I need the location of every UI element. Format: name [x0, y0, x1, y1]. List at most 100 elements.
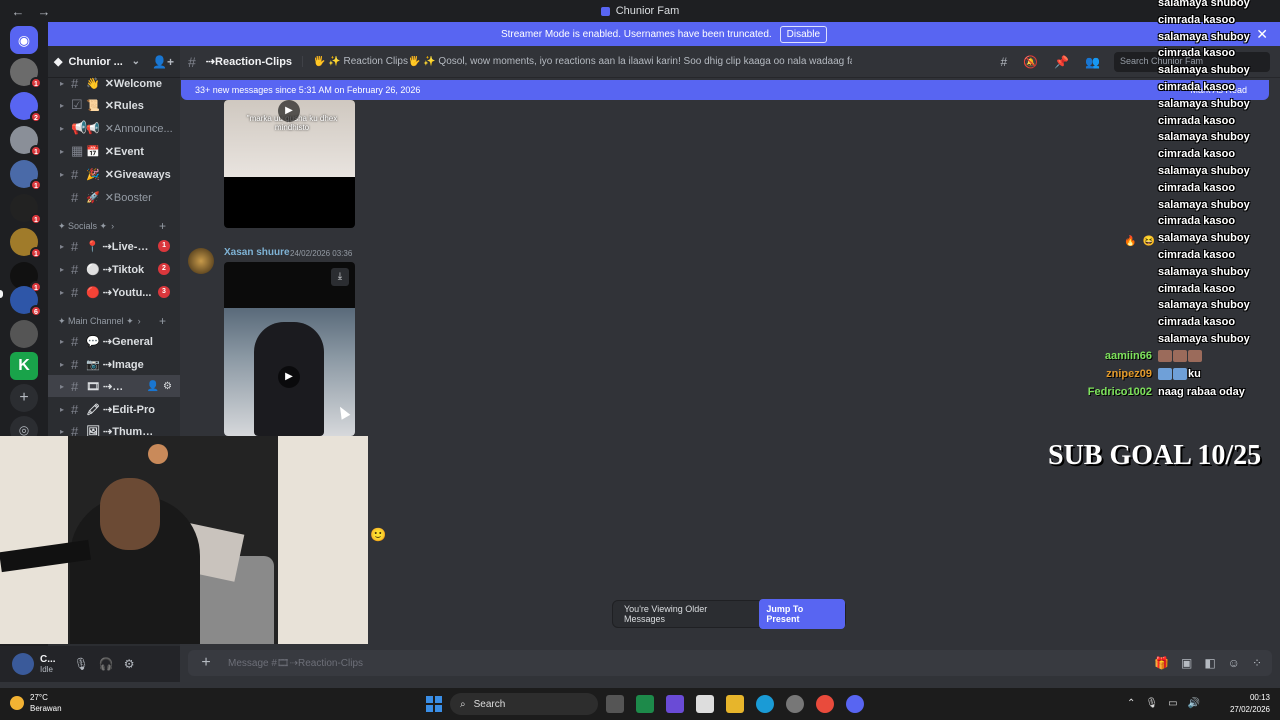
- server-icon[interactable]: 6: [10, 286, 42, 317]
- server-icon[interactable]: 1: [10, 228, 42, 259]
- channel-item[interactable]: ▸ # 💬 ⇢General: [48, 330, 180, 352]
- gear-icon[interactable]: ⚙: [163, 381, 172, 392]
- volume-icon[interactable]: 🔊: [1188, 698, 1200, 709]
- category-label: ✦ Main Channel ✦: [58, 315, 134, 326]
- gear-icon[interactable]: ⚙: [124, 657, 135, 671]
- obs-icon[interactable]: [786, 695, 804, 713]
- add-channel-icon[interactable]: +: [159, 219, 166, 233]
- announcement-icon: 📢: [71, 120, 88, 135]
- channel-item[interactable]: ▸ # 🖍 ⇢Edit-Pro: [48, 398, 180, 420]
- avatar[interactable]: [188, 248, 214, 274]
- excel-icon[interactable]: [636, 695, 654, 713]
- overlay-emotes: [1158, 350, 1203, 363]
- channel-item[interactable]: ▸ # 📷 ⇢Image: [48, 353, 180, 375]
- chevron-down-icon[interactable]: ⌄: [132, 56, 140, 67]
- message-author[interactable]: Xasan shuure: [224, 247, 290, 258]
- wall-clock: [148, 444, 168, 464]
- taskbar-clock[interactable]: 00:13 27/02/2026: [1230, 692, 1270, 716]
- chrome-icon[interactable]: [816, 695, 834, 713]
- overlay-chat-line: cimrada kasoo: [1158, 13, 1236, 26]
- add-attachment-icon[interactable]: +: [194, 654, 218, 672]
- reaction-icon[interactable]: 🔥: [1124, 236, 1136, 247]
- store-icon[interactable]: [696, 695, 714, 713]
- mute-bell-icon[interactable]: 🔕: [1023, 55, 1038, 69]
- server-badge: 1: [30, 179, 42, 191]
- channel-item[interactable]: ▸ # 👋 ✕Welcome: [48, 72, 180, 94]
- emoji-icon[interactable]: ☺: [1228, 656, 1240, 670]
- user-name: C...: [40, 654, 56, 665]
- headphones-icon[interactable]: 🎧: [99, 657, 114, 671]
- microphone-icon[interactable]: 🎙: [74, 657, 89, 671]
- sticker-icon[interactable]: ◧: [1204, 656, 1215, 670]
- member-list-icon[interactable]: 👥: [1085, 55, 1100, 69]
- message-input[interactable]: Message #🎞⇢Reaction-Clips: [228, 658, 363, 669]
- hash-icon: #: [71, 166, 79, 182]
- add-channel-icon[interactable]: +: [159, 314, 166, 328]
- file-explorer-icon[interactable]: [726, 695, 744, 713]
- channel-item[interactable]: # 🚀 ✕Booster: [48, 186, 180, 208]
- streamer-face: [100, 478, 160, 550]
- server-icon[interactable]: 1: [10, 160, 42, 191]
- hash-icon: #: [188, 53, 196, 70]
- add-server-icon[interactable]: +: [10, 384, 38, 412]
- overlay-chat-line: salamaya shuboy: [1158, 265, 1250, 278]
- overlay-username: Fedrico1002: [1087, 386, 1152, 398]
- hash-icon: #: [71, 189, 79, 205]
- server-icon[interactable]: 2: [10, 92, 42, 123]
- channel-topic[interactable]: 🖐 ✨ Reaction Clips🖐 ✨ Qosol, wow moments…: [302, 56, 852, 67]
- windows-taskbar: 27°C Berawan ⌕ Search ⌃ 🎙 ▭ 🔊 00:13 27/0…: [0, 688, 1280, 720]
- task-view-icon[interactable]: [606, 695, 624, 713]
- server-icon[interactable]: 1: [10, 194, 42, 225]
- play-icon[interactable]: ▶: [278, 366, 300, 388]
- taskbar-search[interactable]: ⌕ Search: [450, 693, 598, 715]
- category-main-channel[interactable]: ✦ Main Channel ✦ › +: [48, 313, 180, 329]
- new-messages-bar[interactable]: 33+ new messages since 5:31 AM on Februa…: [181, 80, 1269, 100]
- apps-icon[interactable]: ⁘: [1252, 656, 1262, 670]
- microphone-icon[interactable]: 🎙: [1145, 698, 1158, 709]
- chevron-up-icon[interactable]: ⌃: [1127, 698, 1135, 709]
- channel-item[interactable]: ▸ # 🔴 ⇢Youtu... 3: [48, 281, 180, 303]
- channel-item[interactable]: ▸ # 📍 ⇢Live-S... 1: [48, 235, 180, 257]
- jump-to-present-button[interactable]: Jump To Present: [759, 599, 845, 629]
- edge-icon[interactable]: [756, 695, 774, 713]
- kick-server-icon[interactable]: K: [10, 352, 38, 380]
- server-icon[interactable]: 1: [10, 58, 42, 89]
- channel-item-active[interactable]: ▸ # 🎞 ⇢Reac... 👤 ⚙: [48, 375, 180, 397]
- category-socials[interactable]: ✦ Socials ✦ › +: [48, 218, 180, 234]
- channel-item[interactable]: ▸ # ⚪ ⇢Tiktok 2: [48, 258, 180, 280]
- discord-taskbar-icon[interactable]: [846, 695, 864, 713]
- threads-icon[interactable]: #: [1000, 55, 1007, 69]
- channel-emoji: 📅: [86, 145, 100, 158]
- discord-home-button[interactable]: ◉: [10, 26, 38, 54]
- network-icon[interactable]: ▭: [1168, 698, 1177, 709]
- weather-widget[interactable]: 27°C Berawan: [10, 692, 62, 714]
- server-name: Chunior ...: [68, 55, 123, 68]
- reaction-icon[interactable]: 😆: [1142, 236, 1154, 247]
- video-attachment[interactable]: "marka uu qusha ku dhex mindhisto ▶: [224, 100, 355, 228]
- avatar[interactable]: [12, 653, 34, 675]
- invite-icon[interactable]: 👤: [147, 381, 159, 392]
- disable-streamer-button[interactable]: Disable: [779, 25, 828, 43]
- invite-icon[interactable]: 👤+: [152, 55, 174, 69]
- message-composer[interactable]: + Message #🎞⇢Reaction-Clips 🎁 ▣ ◧ ☺ ⁘: [188, 650, 1272, 676]
- play-icon[interactable]: ▶: [278, 100, 300, 122]
- channel-emoji: 🚀: [86, 191, 100, 204]
- download-icon[interactable]: ⤓: [331, 268, 349, 286]
- close-icon[interactable]: ✕: [1256, 26, 1268, 43]
- channel-item[interactable]: ▸ # 🎉 ✕Giveaways: [48, 163, 180, 185]
- pin-icon[interactable]: 📌: [1054, 55, 1069, 69]
- server-icon[interactable]: 1: [10, 126, 42, 157]
- start-button[interactable]: [426, 696, 442, 712]
- hash-icon: #: [71, 333, 79, 349]
- channel-item[interactable]: ▸ ▦ 📅 ✕Event: [48, 140, 180, 162]
- copilot-icon[interactable]: [666, 695, 684, 713]
- overlay-username: aamiin66: [1104, 350, 1152, 362]
- overlay-chat-line: cimrada kasoo: [1158, 148, 1236, 161]
- server-icon[interactable]: [10, 320, 38, 348]
- active-server-indicator: [0, 290, 3, 298]
- channel-item[interactable]: ▸ 📢 📢 ✕Announce...: [48, 117, 180, 139]
- gift-icon[interactable]: 🎁: [1154, 656, 1169, 670]
- channel-item[interactable]: ▸ ☑ 📜 ✕Rules: [48, 94, 180, 116]
- gif-icon[interactable]: ▣: [1181, 656, 1192, 670]
- overlay-chat-line: salamaya shuboy: [1158, 232, 1250, 245]
